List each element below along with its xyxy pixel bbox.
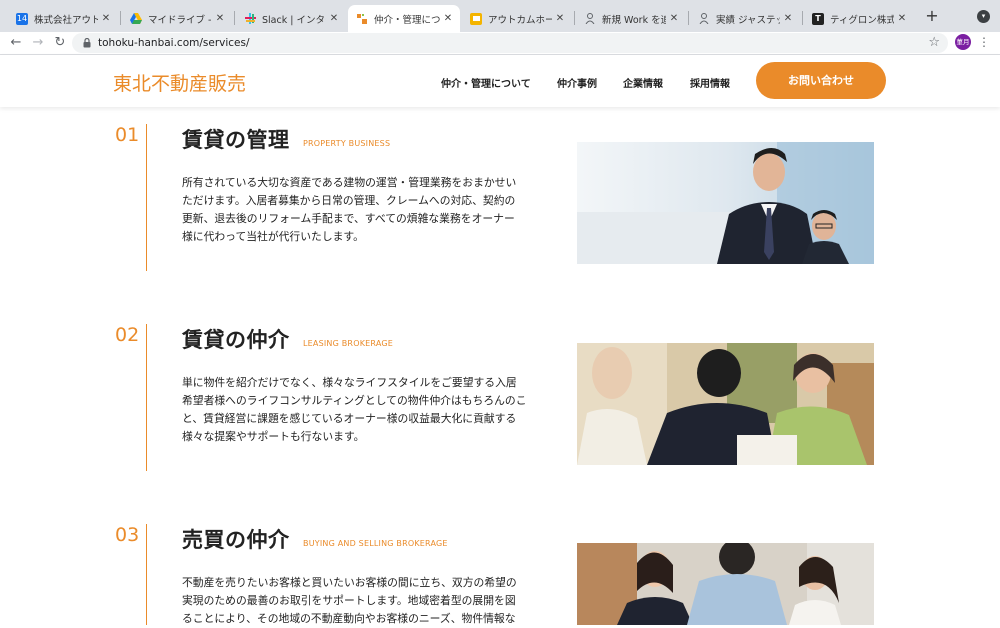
browser-tab[interactable]: アウトカムホームペ ✕: [462, 5, 572, 32]
slack-icon: [244, 13, 256, 25]
bookmark-star-icon[interactable]: ☆: [928, 35, 940, 50]
logo-text: 東北不動産販売: [113, 73, 247, 95]
site-logo[interactable]: 東北不動産販売: [113, 69, 246, 96]
section-subtitle: PROPERTY BUSINESS: [303, 139, 391, 148]
drive-icon: [130, 13, 142, 25]
site-icon: [356, 13, 368, 25]
browser-tab-strip: 14 株式会社アウトカム ✕ マイドライブ - Goo ✕ Slack | イン…: [0, 0, 1000, 32]
browser-tab[interactable]: 14 株式会社アウトカム ✕: [8, 5, 118, 32]
browser-tab[interactable]: T ティグロン株式会社 ✕: [804, 5, 914, 32]
contact-button[interactable]: お問い合わせ: [756, 62, 886, 99]
nav-link-recruit[interactable]: 採用情報: [690, 75, 730, 90]
section-number: 02: [115, 324, 140, 346]
body-line: ただけます。入居者募集から日常の管理、クレームへの対応、契約の: [182, 194, 516, 207]
body-line: 不動産を売りたいお客様と買いたいお客様の間に立ち、双方の希望の: [182, 576, 517, 589]
close-icon[interactable]: ✕: [214, 13, 226, 24]
calendar-icon: 14: [16, 12, 28, 25]
tab-search-icon[interactable]: ▾: [977, 10, 990, 23]
tab-title: ティグロン株式会社: [830, 14, 894, 26]
browser-tab-active[interactable]: 仲介・管理について ✕: [348, 5, 460, 32]
nav-link-cases[interactable]: 仲介事例: [557, 75, 597, 90]
section-subtitle: BUYING AND SELLING BROKERAGE: [303, 539, 448, 548]
url-text: tohoku-hanbai.com/services/: [98, 37, 250, 49]
close-icon[interactable]: ✕: [328, 13, 340, 24]
address-bar[interactable]: tohoku-hanbai.com/services/ ☆: [72, 33, 948, 53]
tab-separator: [574, 11, 575, 25]
close-icon[interactable]: ✕: [442, 13, 454, 24]
body-line: ることにより、その地域の不動産動向やお客様のニーズ、物件情報な: [182, 612, 516, 625]
more-menu-icon[interactable]: ⋮: [978, 35, 990, 51]
close-icon[interactable]: ✕: [100, 13, 112, 24]
nav-link-services[interactable]: 仲介・管理について: [441, 75, 531, 90]
person-icon: [698, 13, 710, 25]
browser-tab[interactable]: 新規 Work を追加 ✕: [576, 5, 686, 32]
close-icon[interactable]: ✕: [554, 13, 566, 24]
body-line: 更新、退去後のリフォーム手配まで、すべての煩雑な業務をオーナー: [182, 212, 515, 225]
business-people-photo: [577, 142, 874, 264]
tab-title: 実績 ジャステック様: [716, 14, 780, 26]
body-line: 希望者様へのライフコンサルティングとしての物件仲介はもちろんのこ: [182, 394, 527, 407]
section-accent-line: [146, 124, 147, 271]
back-icon[interactable]: ←: [8, 35, 24, 51]
browser-tab[interactable]: Slack | インターン ✕: [236, 5, 346, 32]
consultation-photo: [577, 343, 874, 465]
tab-title: 仲介・管理について: [374, 14, 440, 26]
profile-avatar[interactable]: 菫月: [955, 34, 971, 50]
body-line: 実現のための最善のお取引をサポートします。地域密着型の展開を図: [182, 594, 516, 607]
tab-title: Slack | インターン: [262, 14, 326, 26]
section-number: 01: [115, 124, 140, 146]
section-title: 賃貸の仲介: [182, 328, 290, 352]
section-title: 賃貸の管理: [182, 128, 290, 152]
section-body: 不動産を売りたいお客様と買いたいお客様の間に立ち、双方の希望の 実現のための最善…: [182, 574, 542, 628]
body-line: と、賃貸経営に課題を感じているオーナー様の収益最大化に貢献する: [182, 412, 517, 425]
tab-title: マイドライブ - Goo: [148, 14, 212, 26]
tab-separator: [234, 11, 235, 25]
section-body: 所有されている大切な資産である建物の運営・管理業務をおまかせい ただけます。入居…: [182, 174, 542, 246]
tab-title: 新規 Work を追加: [602, 14, 666, 26]
nav-link-company[interactable]: 企業情報: [623, 75, 663, 90]
browser-tab[interactable]: 実績 ジャステック様 ✕: [690, 5, 800, 32]
browser-toolbar: ← → ↻ tohoku-hanbai.com/services/ ☆: [0, 32, 1000, 54]
slides-icon: [470, 12, 482, 25]
tab-title: 株式会社アウトカム: [34, 14, 98, 26]
close-icon[interactable]: ✕: [668, 13, 680, 24]
section-body: 単に物件を紹介だけでなく、様々なライフスタイルをご要望する入居 希望者様へのライ…: [182, 374, 542, 446]
close-icon[interactable]: ✕: [896, 13, 908, 24]
section-subtitle: LEASING BROKERAGE: [303, 339, 394, 348]
lock-icon[interactable]: [80, 38, 94, 48]
body-line: 様々な提案やサポートも行ないます。: [182, 430, 365, 443]
real-estate-meeting-photo: [577, 543, 874, 625]
section-number: 03: [115, 524, 140, 546]
body-line: 単に物件を紹介だけでなく、様々なライフスタイルをご要望する入居: [182, 376, 517, 389]
forward-icon[interactable]: →: [30, 35, 46, 51]
section-accent-line: [146, 324, 147, 471]
browser-tab[interactable]: マイドライブ - Goo ✕: [122, 5, 232, 32]
tab-separator: [688, 11, 689, 25]
body-line: 様に代わって当社が代行いたします。: [182, 230, 364, 243]
t-icon: T: [812, 12, 824, 25]
new-tab-icon[interactable]: +: [924, 8, 940, 24]
tab-separator: [802, 11, 803, 25]
section-accent-line: [146, 524, 147, 625]
site-header: 東北不動産販売 仲介・管理について 仲介事例 企業情報 採用情報 お問い合わせ: [0, 55, 1000, 107]
close-icon[interactable]: ✕: [782, 13, 794, 24]
body-line: 所有されている大切な資産である建物の運営・管理業務をおまかせい: [182, 176, 517, 189]
section-title: 売買の仲介: [182, 528, 290, 552]
reload-icon[interactable]: ↻: [52, 35, 68, 51]
tab-title: アウトカムホームペ: [488, 14, 552, 26]
tab-separator: [120, 11, 121, 25]
person-icon: [584, 13, 596, 25]
